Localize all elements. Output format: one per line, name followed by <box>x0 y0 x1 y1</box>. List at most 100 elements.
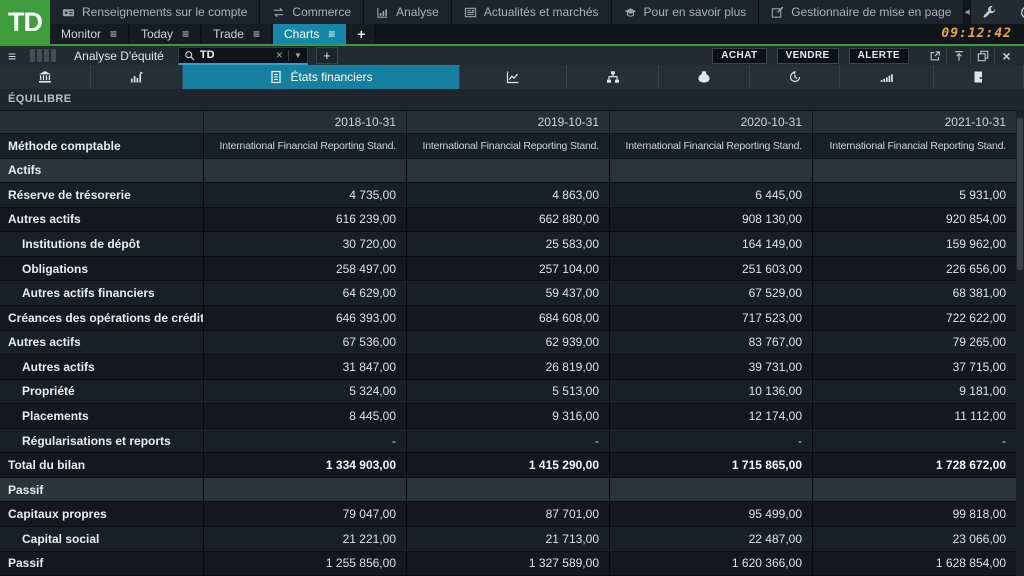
menu-item-0[interactable]: Renseignements sur le compte <box>50 0 260 24</box>
view-tab-signal-bars[interactable] <box>840 65 934 89</box>
workspace-tab-label: Monitor <box>61 27 101 41</box>
table-row[interactable]: Autres actifs financiers64 629,0059 437,… <box>0 281 1024 306</box>
layout-manager-label: Gestionnaire de mise en page <box>791 5 951 19</box>
layout-manager-button[interactable]: Gestionnaire de mise en page <box>759 0 964 24</box>
info-button[interactable] <box>1009 0 1024 24</box>
td-logo-text: TD <box>8 7 42 38</box>
edit-layout-icon <box>771 6 784 19</box>
scrollbar-thumb[interactable] <box>1017 118 1023 270</box>
table-row[interactable]: Créances des opérations de crédit646 393… <box>0 306 1024 331</box>
buy-button[interactable]: ACHAT <box>712 48 766 64</box>
cell-value: 251 603,00 <box>609 257 812 281</box>
search-divider <box>288 50 289 61</box>
column-header-date[interactable]: 2018-10-31 <box>203 111 406 133</box>
cell-value: 684 608,00 <box>406 306 609 330</box>
chevron-down-icon[interactable]: ▼ <box>294 51 302 60</box>
table-row[interactable]: Actifs <box>0 159 1024 184</box>
menu-item-2[interactable]: Analyse <box>364 0 452 24</box>
link-group-icon[interactable] <box>30 49 56 62</box>
cell-value: 5 513,00 <box>406 380 609 404</box>
table-row[interactable]: Réserve de trésorerie4 735,004 863,006 4… <box>0 183 1024 208</box>
hierarchy-icon <box>606 70 620 84</box>
cell-value: - <box>406 429 609 453</box>
workspace-tab-monitor[interactable]: Monitor ≡ <box>50 24 130 44</box>
settings-wrench-button[interactable] <box>971 0 1009 24</box>
panel-menu-icon[interactable]: ≡ <box>8 48 16 64</box>
menu-item-1[interactable]: Commerce <box>260 0 364 24</box>
table-row[interactable]: Institutions de dépôt30 720,0025 583,001… <box>0 232 1024 257</box>
table-row[interactable]: Autres actifs31 847,0026 819,0039 731,00… <box>0 355 1024 380</box>
search-input[interactable]: TD <box>200 49 271 61</box>
table-row[interactable]: Capital social21 221,0021 713,0022 487,0… <box>0 527 1024 552</box>
workspace-tab-charts[interactable]: Charts≡ <box>273 24 348 44</box>
workspace-tab-today[interactable]: Today≡ <box>130 24 202 44</box>
hamburger-icon[interactable]: ≡ <box>328 27 335 41</box>
sell-button[interactable]: VENDRE <box>777 48 839 64</box>
table-row[interactable]: Passif1 255 856,001 327 589,001 620 366,… <box>0 552 1024 576</box>
cell-value: 39 731,00 <box>609 355 812 379</box>
cell-value: 83 767,00 <box>609 331 812 355</box>
search-icon <box>184 50 195 61</box>
cell-value: 1 715 865,00 <box>609 453 812 477</box>
alert-button[interactable]: ALERTE <box>849 48 909 64</box>
cell-value: 1 415 290,00 <box>406 453 609 477</box>
workspace-tabs: Monitor≡Today≡Trade≡Charts≡+ <box>50 24 376 44</box>
pin-top-button[interactable] <box>946 47 970 64</box>
table-row[interactable]: Obligations258 497,00257 104,00251 603,0… <box>0 257 1024 282</box>
cell-value: 31 847,00 <box>203 355 406 379</box>
cell-value: 62 939,00 <box>406 331 609 355</box>
table-row[interactable]: Placements8 445,009 316,0012 174,0011 11… <box>0 404 1024 429</box>
table-row[interactable]: Passif <box>0 478 1024 503</box>
transfer-icon <box>272 6 285 19</box>
table-row[interactable]: Propriété5 324,005 513,0010 136,009 181,… <box>0 380 1024 405</box>
view-tab-hierarchy[interactable] <box>567 65 659 89</box>
clear-search-icon[interactable]: × <box>276 48 283 62</box>
label-column-header <box>0 111 203 133</box>
cell-value: 226 656,00 <box>812 257 1024 281</box>
table-row[interactable]: Capitaux propres79 047,0087 701,0095 499… <box>0 502 1024 527</box>
cell-value: 717 523,00 <box>609 306 812 330</box>
hamburger-icon[interactable]: ≡ <box>110 27 117 41</box>
cell-value: 159 962,00 <box>812 232 1024 256</box>
chart-icon <box>376 6 389 19</box>
vertical-scrollbar[interactable] <box>1016 110 1024 576</box>
view-tab-etats-financiers[interactable]: États financiers <box>183 65 460 89</box>
cell-value: 662 880,00 <box>406 208 609 232</box>
view-tab-line-chart[interactable] <box>460 65 567 89</box>
column-header-date[interactable]: 2019-10-31 <box>406 111 609 133</box>
news-icon <box>464 6 477 19</box>
cell-value: 67 536,00 <box>203 331 406 355</box>
table-row[interactable]: Méthode comptableInternational Financial… <box>0 134 1024 159</box>
view-tab-money-bag[interactable] <box>659 65 750 89</box>
accent-divider <box>0 44 1024 46</box>
menu-item-3[interactable]: Actualités et marchés <box>452 0 612 24</box>
search-box[interactable]: TD × ▼ <box>178 47 308 65</box>
cell-value: 257 104,00 <box>406 257 609 281</box>
table-row[interactable]: Régularisations et reports---- <box>0 429 1024 454</box>
cell-value: 87 701,00 <box>406 502 609 526</box>
view-tab-history[interactable] <box>750 65 840 89</box>
menu-item-4[interactable]: Pour en savoir plus <box>612 0 760 24</box>
view-tab-bank[interactable] <box>0 65 91 89</box>
table-column-headers: 2018-10-312019-10-312020-10-312021-10-31 <box>0 111 1024 134</box>
cell-value <box>812 159 1024 183</box>
cell-value: 9 181,00 <box>812 380 1024 404</box>
table-row[interactable]: Autres actifs616 239,00662 880,00908 130… <box>0 208 1024 233</box>
view-tab-company-chart[interactable] <box>91 65 183 89</box>
column-header-date[interactable]: 2020-10-31 <box>609 111 812 133</box>
hamburger-icon[interactable]: ≡ <box>182 27 189 41</box>
view-tab-report[interactable] <box>934 65 1024 89</box>
workspace-tab-trade[interactable]: Trade≡ <box>202 24 273 44</box>
table-row[interactable]: Autres actifs67 536,0062 939,0083 767,00… <box>0 331 1024 356</box>
table-row[interactable]: Total du bilan1 334 903,001 415 290,001 … <box>0 453 1024 478</box>
cell-value: International Financial Reporting Stand. <box>203 134 406 158</box>
pop-out-button[interactable] <box>923 47 946 64</box>
column-header-date[interactable]: 2021-10-31 <box>812 111 1024 133</box>
duplicate-window-button[interactable] <box>970 47 994 64</box>
add-symbol-button[interactable]: + <box>316 47 338 64</box>
add-workspace-button[interactable]: + <box>348 24 376 44</box>
cell-value: 722 622,00 <box>812 306 1024 330</box>
row-label: Propriété <box>0 380 203 404</box>
close-panel-button[interactable]: × <box>994 47 1018 64</box>
hamburger-icon[interactable]: ≡ <box>253 27 260 41</box>
